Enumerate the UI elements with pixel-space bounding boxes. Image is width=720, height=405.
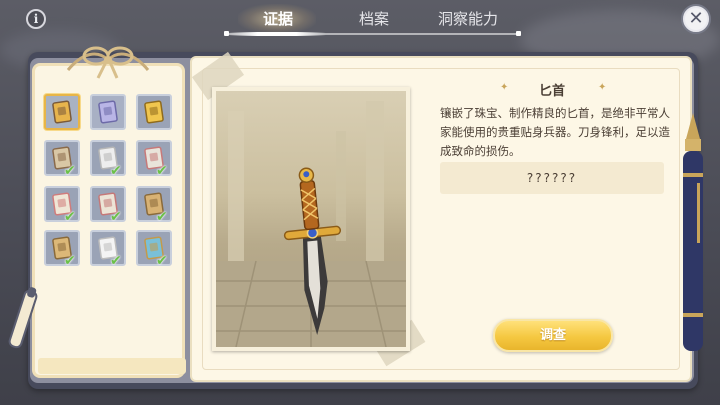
tab-insight[interactable]: 洞察能力 xyxy=(436,8,500,30)
evidence-slot[interactable]: ✔ xyxy=(44,186,80,225)
checkmark-icon: ✔ xyxy=(64,253,76,269)
item-title: 匕首 xyxy=(538,84,565,99)
checkmark-icon: ✔ xyxy=(110,209,122,225)
tab-bar-end-dot xyxy=(516,31,521,36)
evidence-slot[interactable]: ✔ xyxy=(44,140,80,179)
checkmark-icon: ✔ xyxy=(110,253,122,269)
lyre-icon xyxy=(143,100,165,124)
checkmark-icon: ✔ xyxy=(110,163,122,179)
tab-archive[interactable]: 档案 xyxy=(352,8,396,30)
evidence-slot[interactable] xyxy=(90,94,126,130)
title-ornament-right: ✦ xyxy=(598,82,607,93)
rope-bow-icon xyxy=(66,46,150,79)
portrait-badge-icon xyxy=(97,100,119,124)
checkmark-icon: ✔ xyxy=(156,209,168,225)
dagger-illustration-icon xyxy=(216,101,406,347)
investigate-button[interactable]: 调查 xyxy=(493,319,613,352)
fountain-pen-icon xyxy=(683,113,703,351)
checkmark-icon: ✔ xyxy=(64,209,76,225)
scroll-decor-icon xyxy=(8,287,38,349)
evidence-slot[interactable]: ✔ xyxy=(90,186,126,225)
close-button[interactable]: ✕ xyxy=(681,4,711,34)
active-tab-indicator xyxy=(228,32,326,36)
evidence-slot[interactable] xyxy=(136,94,172,130)
checkmark-icon: ✔ xyxy=(64,163,76,179)
checkmark-icon: ✔ xyxy=(156,163,168,179)
evidence-slot[interactable]: ✔ xyxy=(136,186,172,225)
evidence-panel-footer xyxy=(38,358,186,374)
evidence-slot[interactable] xyxy=(44,94,80,130)
evidence-slot[interactable]: ✔ xyxy=(136,230,172,269)
evidence-slot[interactable]: ✔ xyxy=(90,230,126,269)
hidden-clue-box: ?????? xyxy=(440,162,664,194)
checkmark-icon: ✔ xyxy=(156,253,168,269)
dagger-icon xyxy=(51,100,73,124)
info-button[interactable]: i xyxy=(26,9,46,29)
evidence-slot[interactable]: ✔ xyxy=(136,140,172,179)
evidence-slot[interactable]: ✔ xyxy=(44,230,80,269)
tab-evidence[interactable]: 证据 xyxy=(250,8,306,30)
evidence-photo xyxy=(216,91,406,347)
item-description: 镶嵌了珠宝、制作精良的匕首，是绝非平常人家能使用的贵重贴身兵器。刀身锋利，足以造… xyxy=(440,106,670,158)
tab-bar-end-dot xyxy=(224,31,229,36)
evidence-slot[interactable]: ✔ xyxy=(90,140,126,179)
